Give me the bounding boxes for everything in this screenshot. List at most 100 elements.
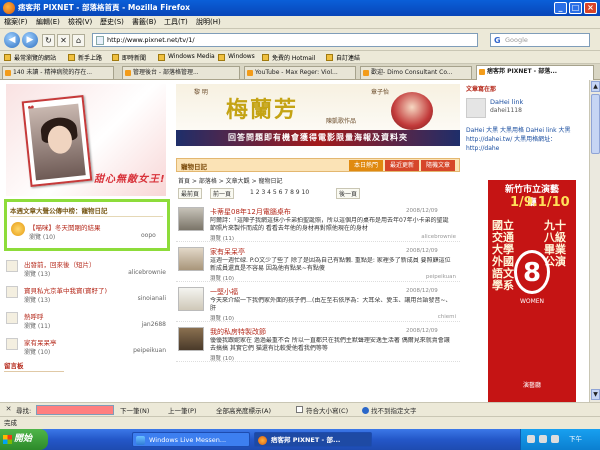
maximize-button[interactable]: □ <box>569 2 582 14</box>
right-profile-name[interactable]: DaHei link <box>490 98 523 106</box>
address-bar[interactable]: http://www.pixnet.net/tv/1/ <box>92 33 478 47</box>
post-date: 2008/12/09 <box>406 208 438 214</box>
start-button[interactable]: 開始 <box>0 429 48 450</box>
list-item-author[interactable]: peipeikuan <box>133 347 166 354</box>
find-close-icon[interactable]: ✕ <box>4 405 13 414</box>
tray-network-icon[interactable] <box>527 435 535 443</box>
find-input[interactable] <box>36 405 114 415</box>
post-title[interactable]: 卡蒂星08年12月電腦桌布 <box>210 207 291 217</box>
taskbar-firefox[interactable]: 痞客邦 PIXNET - 部... <box>254 432 372 447</box>
prev-page-button[interactable]: 前一頁 <box>210 188 235 199</box>
profile-photo-card[interactable]: ♥ <box>21 94 93 188</box>
tab-bar: 140 未讀 - 精神病院的存在... 管理後台 - 部落格管理... YouT… <box>0 64 600 80</box>
taskbar-messenger[interactable]: Windows Live Messen... <box>132 432 250 447</box>
menu-bar: 檔案(F) 編輯(E) 檢視(V) 歷史(S) 書籤(B) 工具(T) 說明(H… <box>0 16 600 29</box>
minimize-button[interactable]: _ <box>554 2 567 14</box>
forward-icon[interactable]: ▶ <box>22 32 38 48</box>
ad-footer: 演藝廳 <box>522 382 541 389</box>
bookmark-most-visited[interactable]: 最常瀏覽的網站 <box>14 53 56 62</box>
bookmark-windows-media[interactable]: Windows Media <box>168 53 215 60</box>
bookmark-windows[interactable]: Windows <box>228 53 255 60</box>
menu-history[interactable]: 歷史(S) <box>100 17 124 27</box>
tab-today-hot[interactable]: 本日熱門 <box>349 160 383 171</box>
left-column: ♥ 甜心無敵女王! 本週文章大聲公傳中榜：寵物日記 【喵咪】冬天鬨睏的結果 瀏覽… <box>0 80 175 402</box>
post-thumbnail[interactable] <box>178 287 204 311</box>
list-item-title[interactable]: 寶貝私亢京革中我寶(寶籽了) <box>24 285 107 295</box>
banner-director: 陳凱歌作品 <box>326 118 357 125</box>
tab-random-post[interactable]: 隨機文章 <box>421 160 455 171</box>
post-title[interactable]: 一堅小福 <box>210 287 238 297</box>
vertical-scrollbar[interactable]: ▲ ▼ <box>589 80 600 402</box>
banner-actor-right: 章子怡 <box>371 89 390 96</box>
menu-view[interactable]: 檢視(V) <box>68 17 92 27</box>
scroll-up-icon[interactable]: ▲ <box>591 81 600 92</box>
avatar[interactable] <box>466 98 486 118</box>
list-item-author[interactable]: jan2688 <box>142 321 166 328</box>
bookmark-icon <box>158 54 165 61</box>
bookmark-icon <box>68 54 75 61</box>
bookmark-hotmail[interactable]: 免費的 Hotmail <box>272 53 315 62</box>
post-thumbnail[interactable] <box>178 327 204 351</box>
right-profile-desc[interactable]: DaHei 大黑 大黑用格 DaHei link 大黑 http://dahei… <box>466 126 582 153</box>
post-excerpt: 優優我跟妮家在 過過最重不合 所以一直都只在我們主默聲理安逸生活著 偶爾見來就賣… <box>210 337 450 352</box>
breadcrumb[interactable]: 首頁 > 部落格 > 文章大觀 > 寵物日記 <box>178 176 283 185</box>
menu-help[interactable]: 說明(H) <box>196 17 221 27</box>
next-page-button[interactable]: 後一頁 <box>336 188 361 199</box>
first-page-button[interactable]: 最前頁 <box>178 188 203 199</box>
windows-logo-icon <box>3 435 12 444</box>
tab-youtube[interactable]: YouTube - Max Reger: Viol... <box>244 66 356 79</box>
post-author[interactable]: peipeikuan <box>426 274 456 280</box>
post-thumbnail[interactable] <box>178 207 204 231</box>
popular-post-author[interactable]: oopo <box>141 232 156 239</box>
tab-recent-update[interactable]: 最近更新 <box>385 160 419 171</box>
reload-icon[interactable]: ↻ <box>42 34 55 47</box>
list-item-title[interactable]: 家有呆呆亭 <box>24 337 57 347</box>
list-item-author[interactable]: sinoianali <box>138 295 166 302</box>
post-title[interactable]: 家有呆呆亭 <box>210 247 245 257</box>
firefox-icon <box>3 2 15 14</box>
title-bar[interactable]: 痞客邦 PIXNET - 部落格首頁 - Mozilla Firefox _ □… <box>0 0 600 16</box>
right-box-header: 文章寫在那 <box>466 86 497 93</box>
popular-post-meta: 瀏覽 (10) <box>29 234 56 241</box>
highlight-all-button[interactable]: 全部高亮度標示(A) <box>216 405 271 415</box>
menu-file[interactable]: 檔案(F) <box>4 17 28 27</box>
post-title[interactable]: 我的私房特製改節 <box>210 327 266 337</box>
match-case-checkbox[interactable] <box>296 406 303 413</box>
url-text: http://www.pixnet.net/tv/1/ <box>107 36 195 44</box>
banner-opera-face-image <box>391 92 433 130</box>
list-item-author[interactable]: alicebrownie <box>128 269 166 276</box>
list-item-title[interactable]: 熱呼呼 <box>24 311 44 321</box>
find-bar: ✕ 尋找: 下一筆(N) 上一筆(P) 全部高亮度標示(A) 符合大小寫(C) … <box>0 402 600 416</box>
scroll-down-icon[interactable]: ▼ <box>591 389 600 400</box>
theatre-ad[interactable]: 新竹市立演藝廳 1/9.1/10 國立交通大學外國語文學系 九十八級畢業公演 8… <box>488 180 576 402</box>
post-author[interactable]: alicebrownie <box>421 234 456 240</box>
close-button[interactable]: × <box>584 2 597 14</box>
tab-dimo[interactable]: 歡迎- Dimo Consultant Co... <box>360 66 472 79</box>
tab-pixnet[interactable]: 痞客邦 PIXNET - 部落... <box>476 65 594 80</box>
bookmark-getting-started[interactable]: 新手上路 <box>78 53 102 62</box>
page-numbers[interactable]: 1 2 3 4 5 6 7 8 9 10 <box>250 189 309 196</box>
home-icon[interactable]: ⌂ <box>72 34 85 47</box>
back-icon[interactable]: ◀ <box>4 32 20 48</box>
list-item-title[interactable]: 出發前，回來後（短片） <box>24 259 96 269</box>
messenger-icon <box>136 436 145 445</box>
post-author[interactable]: chiemi <box>438 314 456 320</box>
tray-messenger-icon[interactable] <box>551 435 559 443</box>
find-next-button[interactable]: 下一筆(N) <box>120 405 149 415</box>
menu-bookmarks[interactable]: 書籤(B) <box>132 17 156 27</box>
movie-banner-ad[interactable]: 黎 明 章子怡 梅蘭芳 陳凱歌作品 回答問題即有機會獲得電影限量海報及資料夾 <box>176 84 460 156</box>
tray-volume-icon[interactable] <box>539 435 547 443</box>
menu-edit[interactable]: 編輯(E) <box>36 17 60 27</box>
tab-mail[interactable]: 140 未讀 - 精神病院的存在... <box>2 66 114 79</box>
find-prev-button[interactable]: 上一筆(P) <box>168 405 197 415</box>
bookmark-custom-links[interactable]: 自訂連結 <box>336 53 360 62</box>
bookmark-news[interactable]: 即時新聞 <box>122 53 146 62</box>
menu-tools[interactable]: 工具(T) <box>164 17 188 27</box>
tab-admin[interactable]: 管理後台 - 部落格管理... <box>122 66 240 79</box>
post-item: 我的私房特製改節 2008/12/09 優優我跟妮家在 過過最重不合 所以一直都… <box>176 324 460 362</box>
search-input[interactable]: G Google <box>490 33 590 47</box>
popular-post-link[interactable]: 【喵咪】冬天鬨睏的結果 <box>29 222 101 232</box>
scrollbar-thumb[interactable] <box>591 94 600 154</box>
stop-icon[interactable]: ✕ <box>57 34 70 47</box>
post-thumbnail[interactable] <box>178 247 204 271</box>
